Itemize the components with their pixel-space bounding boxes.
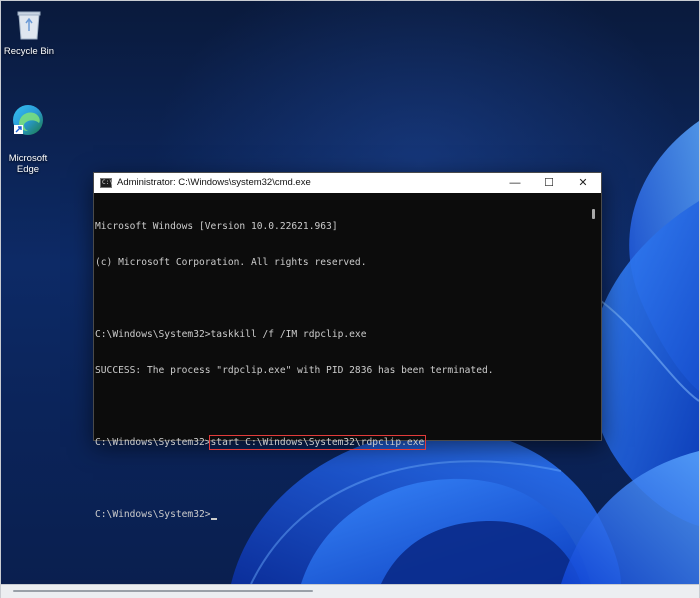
console-line: Microsoft Windows [Version 10.0.22621.96… bbox=[95, 221, 338, 232]
edge-label: Microsoft Edge bbox=[8, 153, 48, 175]
edge-icon bbox=[1, 92, 58, 140]
console-line: C:\Windows\System32>taskkill /f /IM rdpc… bbox=[95, 329, 367, 340]
cmd-window[interactable]: C:\ Administrator: C:\Windows\system32\c… bbox=[93, 172, 602, 520]
scrollbar-thumb[interactable] bbox=[13, 590, 313, 592]
highlighted-command: start C:\Windows\System32\rdpclip.exe bbox=[208, 435, 427, 450]
minimize-button[interactable]: — bbox=[498, 173, 532, 193]
console-input-line[interactable]: C:\Windows\System32> bbox=[95, 509, 587, 521]
maximize-button[interactable]: ☐ bbox=[532, 173, 566, 193]
console-line: SUCCESS: The process "rdpclip.exe" with … bbox=[95, 365, 494, 376]
text-cursor bbox=[210, 518, 217, 520]
recycle-bin-icon bbox=[1, 7, 59, 44]
cmd-app-icon: C:\ bbox=[100, 178, 113, 188]
title-bar[interactable]: C:\ Administrator: C:\Windows\system32\c… bbox=[94, 173, 601, 193]
console-prompt-line: C:\Windows\System32>start C:\Windows\Sys… bbox=[95, 435, 587, 450]
recycle-bin-label: Recycle Bin bbox=[3, 46, 55, 57]
scrollbar-thumb[interactable] bbox=[592, 209, 595, 219]
desktop-icon-edge[interactable]: Microsoft Edge bbox=[1, 81, 58, 175]
vertical-scrollbar[interactable] bbox=[587, 193, 601, 440]
console-output[interactable]: Microsoft Windows [Version 10.0.22621.96… bbox=[94, 193, 587, 520]
desktop-icon-recycle-bin[interactable]: Recycle Bin bbox=[1, 7, 59, 57]
console-line: (c) Microsoft Corporation. All rights re… bbox=[95, 257, 367, 268]
horizontal-scrollbar[interactable] bbox=[1, 584, 699, 598]
prompt: C:\Windows\System32> bbox=[95, 437, 211, 448]
prompt: C:\Windows\System32> bbox=[95, 509, 211, 520]
close-button[interactable]: ✕ bbox=[566, 173, 600, 193]
window-title: Administrator: C:\Windows\system32\cmd.e… bbox=[117, 177, 311, 188]
